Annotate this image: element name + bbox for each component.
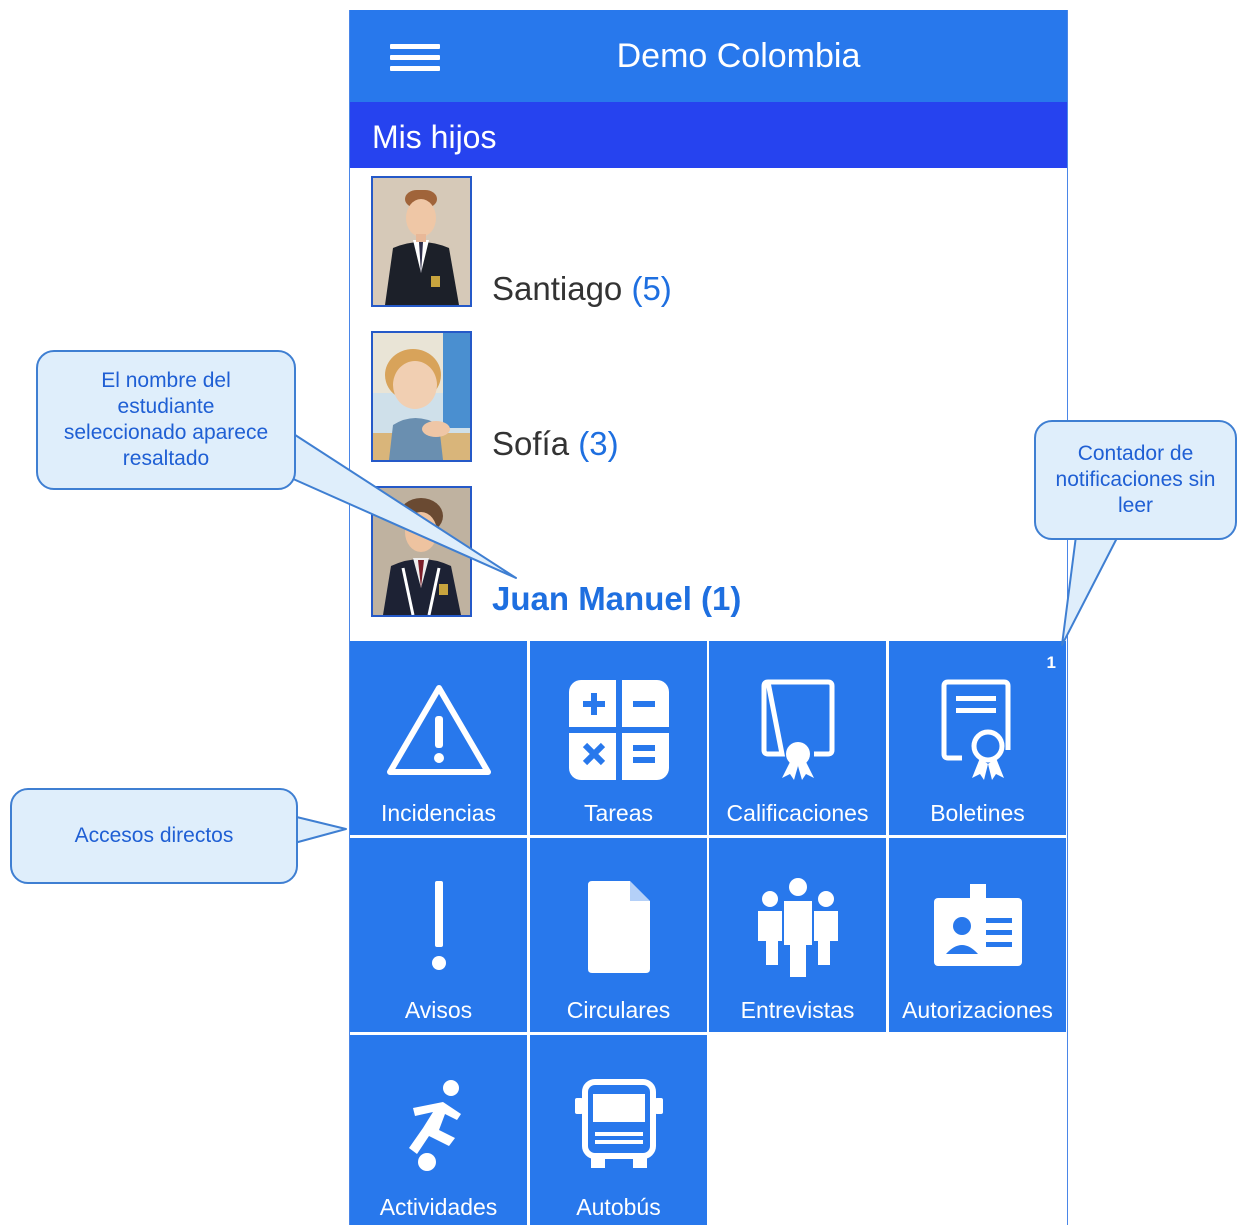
soccer-player-icon [408, 1080, 461, 1171]
tile-calificaciones[interactable]: Calificaciones [709, 641, 886, 835]
tile-label: Circulares [566, 997, 671, 1023]
tile-entrevistas[interactable]: Entrevistas [709, 838, 886, 1032]
child-item-juan-manuel[interactable]: Juan Manuel (1) [350, 480, 1067, 630]
tile-label: Avisos [404, 997, 473, 1023]
child-name: Sofía (3) [492, 425, 619, 462]
section-title: Mis hijos [372, 119, 497, 155]
callout-selected-student: El nombre del estudiante seleccionado ap… [36, 350, 296, 490]
tile-label: Autobús [576, 1194, 661, 1220]
tile-autobus[interactable]: Autobús [530, 1035, 707, 1225]
tile-actividades[interactable]: Actividades [350, 1035, 527, 1225]
tile-label: Autorizaciones [902, 997, 1053, 1023]
tile-label: Tareas [583, 800, 654, 826]
tile-circulares[interactable]: Circulares [530, 838, 707, 1032]
student-photo [371, 331, 472, 462]
child-item-santiago[interactable]: Santiago (5) [350, 170, 1067, 320]
tile-label: Actividades [379, 1194, 498, 1220]
student-photo [371, 486, 472, 617]
app-header: Demo Colombia [350, 10, 1067, 102]
tile-label: Incidencias [380, 800, 497, 826]
child-name: Santiago (5) [492, 270, 672, 307]
tile-tareas[interactable]: Tareas [530, 641, 707, 835]
warning-triangle-icon [386, 685, 491, 775]
callout-shortcuts: Accesos directos [10, 788, 298, 884]
section-header: Mis hijos [350, 102, 1067, 168]
tile-autorizaciones[interactable]: Autorizaciones [889, 838, 1066, 1032]
tile-boletines[interactable]: 1 Boletines [889, 641, 1066, 835]
app-title: Demo Colombia [616, 37, 861, 75]
people-icon [757, 878, 838, 977]
callout-unread-counter: Contador de notificaciones sin leer [1034, 420, 1237, 540]
bus-icon [574, 1079, 663, 1168]
tile-incidencias[interactable]: Incidencias [350, 641, 527, 835]
certificate-icon [761, 679, 834, 780]
child-item-sofia[interactable]: Sofía (3) [350, 325, 1067, 475]
calculator-icon [568, 680, 669, 780]
tile-label: Boletines [930, 800, 1025, 826]
unread-counter-badge: 1 [1046, 653, 1056, 672]
app-screen: Demo Colombia Mis hijos Santiago (5) Sof… [349, 10, 1068, 1225]
report-card-icon [941, 679, 1010, 780]
tile-label: Entrevistas [740, 997, 855, 1023]
child-name: Juan Manuel (1) [492, 580, 742, 617]
student-photo [371, 176, 472, 307]
tile-label: Calificaciones [726, 800, 869, 826]
id-badge-icon [933, 884, 1022, 966]
document-icon [587, 881, 650, 973]
tile-avisos[interactable]: Avisos [350, 838, 527, 1032]
exclamation-icon [431, 881, 446, 970]
